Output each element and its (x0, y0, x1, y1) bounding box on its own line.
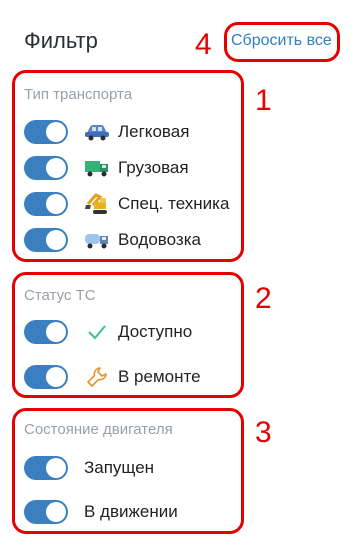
filter-row-running: Запущен (24, 454, 154, 482)
vehicle-status-title: Статус ТС (24, 287, 96, 304)
repair-label: В ремонте (118, 367, 201, 386)
passenger-label: Легковая (118, 122, 190, 141)
filter-row-special: Спец. техника (24, 190, 229, 218)
filter-row-passenger: Легковая (24, 118, 189, 146)
filter-row-moving: В движении (24, 498, 178, 526)
check-icon (84, 319, 110, 345)
filter-row-repair: В ремонте (24, 363, 201, 391)
water-toggle[interactable] (24, 228, 68, 252)
filter-title: Фильтр (24, 28, 98, 53)
water-truck-icon (84, 227, 110, 253)
running-toggle[interactable] (24, 456, 68, 480)
truck-icon (84, 155, 110, 181)
engine-state-title: Состояние двигателя (24, 421, 173, 438)
reset-all-link[interactable]: Сбросить все (231, 32, 332, 50)
moving-toggle[interactable] (24, 500, 68, 524)
cargo-toggle[interactable] (24, 156, 68, 180)
annotation-2: 2 (255, 282, 272, 315)
available-label: Доступно (118, 322, 193, 341)
repair-toggle[interactable] (24, 365, 68, 389)
water-label: Водовозка (118, 230, 201, 249)
special-label: Спец. техника (118, 194, 230, 213)
annotation-3: 3 (255, 416, 272, 449)
cargo-label: Грузовая (118, 158, 189, 177)
moving-label: В движении (84, 502, 178, 521)
car-icon (84, 119, 110, 145)
filter-row-available: Доступно (24, 318, 192, 346)
vehicle-type-title: Тип транспорта (24, 86, 133, 103)
running-label: Запущен (84, 458, 155, 477)
passenger-toggle[interactable] (24, 120, 68, 144)
filter-row-cargo: Грузовая (24, 154, 189, 182)
special-toggle[interactable] (24, 192, 68, 216)
excavator-icon (84, 191, 110, 217)
available-toggle[interactable] (24, 320, 68, 344)
filter-row-water: Водовозка (24, 226, 201, 254)
annotation-4: 4 (195, 28, 212, 61)
annotation-1: 1 (255, 84, 272, 117)
wrench-icon (84, 364, 110, 390)
